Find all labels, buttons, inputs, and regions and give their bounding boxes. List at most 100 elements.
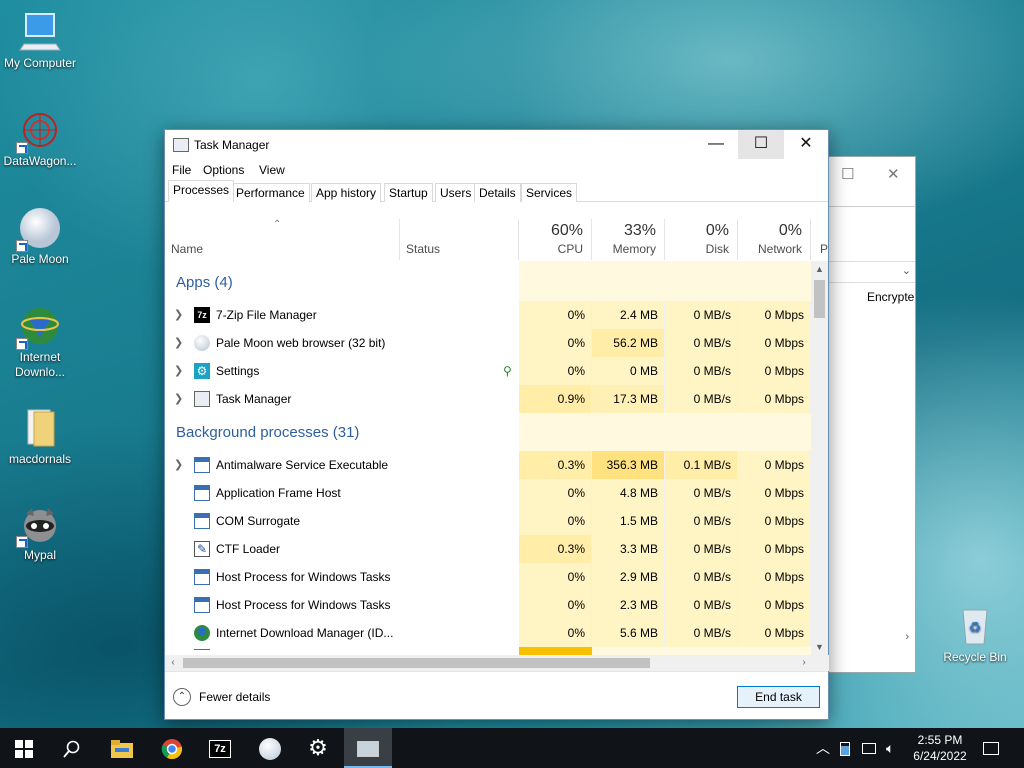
expand-chevron-icon[interactable]: ❯ bbox=[174, 329, 183, 357]
expand-chevron-icon[interactable]: ❯ bbox=[174, 385, 183, 413]
table-row[interactable]: ❯ ⚙ Settings ⚲ 0% 0 MB 0 MB/s 0 Mbps bbox=[165, 357, 812, 385]
disk-value: 0 MB/s bbox=[665, 385, 738, 413]
vertical-scroll-thumb[interactable] bbox=[814, 280, 825, 318]
7zip-icon[interactable]: 7z bbox=[196, 728, 244, 768]
close-icon[interactable]: ✕ bbox=[887, 165, 900, 183]
memory-value: 3.3 MB bbox=[592, 535, 665, 563]
computer-icon bbox=[18, 10, 62, 54]
network-total: 0% bbox=[778, 222, 802, 239]
desktop-icon-datawagon[interactable]: DataWagon... bbox=[0, 108, 80, 169]
desktop-icon-my-computer[interactable]: My Computer bbox=[0, 10, 80, 71]
column-network[interactable]: 0% Network bbox=[738, 219, 811, 260]
scroll-down-icon[interactable]: ▼ bbox=[811, 639, 828, 655]
service-window-icon bbox=[194, 485, 210, 501]
process-grid: Apps (4) ❯ 7z 7-Zip File Manager 0% 2.4 … bbox=[165, 261, 812, 655]
scroll-right-icon[interactable]: › bbox=[796, 655, 812, 671]
menu-file[interactable]: File bbox=[172, 163, 191, 177]
cpu-value: 0% bbox=[519, 507, 592, 535]
close-button[interactable]: ✕ bbox=[783, 130, 829, 159]
service-window-icon bbox=[194, 513, 210, 529]
clock[interactable]: 2:55 PM 6/24/2022 bbox=[905, 732, 975, 764]
tab-users[interactable]: Users bbox=[435, 183, 477, 202]
tab-details[interactable]: Details bbox=[474, 183, 521, 202]
scroll-left-icon[interactable]: ‹ bbox=[165, 655, 181, 671]
tab-startup[interactable]: Startup bbox=[384, 183, 433, 202]
notification-center-icon[interactable] bbox=[983, 728, 999, 768]
task-manager-window[interactable]: Task Manager — ☐ ✕ File Options View Pro… bbox=[164, 129, 829, 720]
desktop-icon-macdornals[interactable]: macdornals bbox=[0, 406, 80, 467]
table-row[interactable]: ❯ 7z 7-Zip File Manager 0% 2.4 MB 0 MB/s… bbox=[165, 301, 812, 329]
minimize-button[interactable]: — bbox=[693, 130, 739, 159]
tab-processes[interactable]: Processes bbox=[168, 180, 235, 202]
chrome-icon[interactable] bbox=[148, 728, 196, 768]
maximize-button[interactable]: ☐ bbox=[738, 130, 784, 159]
desktop-icon-mypal[interactable]: Mypal bbox=[0, 502, 80, 563]
expand-chevron-icon[interactable]: ❯ bbox=[174, 357, 183, 385]
shortcut-arrow-icon bbox=[16, 536, 28, 548]
table-row[interactable]: ✎ CTF Loader 0.3% 3.3 MB 0 MB/s 0 Mbps bbox=[165, 535, 812, 563]
background-window[interactable]: ☐ ✕ ⌄ Encrypte › bbox=[826, 156, 916, 673]
pale-moon-icon[interactable] bbox=[246, 728, 294, 768]
tab-app-history[interactable]: App history bbox=[311, 183, 382, 202]
table-row[interactable]: ❯ Pale Moon web browser (32 bit) 0% 56.2… bbox=[165, 329, 812, 357]
search-icon[interactable] bbox=[48, 728, 96, 768]
column-cpu[interactable]: 60% CPU bbox=[519, 219, 592, 260]
column-cpu-label: CPU bbox=[557, 242, 583, 256]
column-status[interactable]: Status bbox=[400, 219, 519, 260]
end-task-button[interactable]: End task bbox=[737, 686, 820, 708]
idm-icon bbox=[194, 625, 210, 641]
network-icon[interactable] bbox=[862, 728, 876, 768]
settings-gear-icon: ⚙ bbox=[194, 363, 210, 379]
disk-value: 0.1 MB/s bbox=[665, 451, 738, 479]
vertical-scrollbar[interactable]: ▲ ▼ bbox=[811, 261, 828, 655]
column-power-partial[interactable]: P bbox=[820, 242, 828, 256]
table-row[interactable]: COM Surrogate 0% 1.5 MB 0 MB/s 0 Mbps bbox=[165, 507, 812, 535]
table-row[interactable]: Host Process for Windows Tasks 0% 2.9 MB… bbox=[165, 563, 812, 591]
expand-chevron-icon[interactable]: ❯ bbox=[174, 301, 183, 329]
disk-value: 0 MB/s bbox=[665, 329, 738, 357]
horizontal-scrollbar[interactable]: ‹ › bbox=[165, 655, 812, 671]
volume-icon[interactable]: 🔈︎ bbox=[886, 728, 894, 768]
table-row[interactable]: ❯ Task Manager 0.9% 17.3 MB 0 MB/s 0 Mbp… bbox=[165, 385, 812, 413]
column-network-label: Network bbox=[757, 242, 802, 256]
table-row[interactable]: ❯ Antimalware Service Executable 0.3% 35… bbox=[165, 451, 812, 479]
menu-view[interactable]: View bbox=[259, 163, 285, 177]
scroll-up-icon[interactable]: ▲ bbox=[811, 261, 828, 277]
tab-performance[interactable]: Performance bbox=[231, 183, 310, 202]
desktop-icon-recycle-bin[interactable]: ♻ Recycle Bin bbox=[935, 604, 1015, 665]
column-disk-label: Disk bbox=[705, 242, 729, 256]
sort-arrow-icon: ⌃ bbox=[273, 219, 282, 230]
cpu-value: 0% bbox=[519, 329, 592, 357]
column-header: ⌃ Name Status 60% CPU 33% Memory 0% Disk… bbox=[165, 219, 828, 260]
group-header-background[interactable]: Background processes (31) bbox=[165, 415, 812, 451]
chevron-up-icon[interactable]: ︿ bbox=[816, 728, 830, 768]
group-header-apps[interactable]: Apps (4) bbox=[165, 265, 812, 301]
start-icon[interactable] bbox=[0, 728, 48, 768]
table-row[interactable]: Host Process for Windows Tasks 0% 2.3 MB… bbox=[165, 591, 812, 619]
process-name: Application Frame Host bbox=[216, 486, 341, 500]
file-explorer-icon[interactable] bbox=[98, 728, 146, 768]
expand-chevron-icon[interactable]: ❯ bbox=[174, 451, 183, 479]
chevron-up-circle-icon[interactable]: ⌃ bbox=[173, 688, 191, 706]
background-window-scroll-right[interactable]: › bbox=[905, 631, 909, 643]
maximize-icon[interactable]: ☐ bbox=[841, 165, 854, 183]
column-memory[interactable]: 33% Memory bbox=[592, 219, 665, 260]
column-disk[interactable]: 0% Disk bbox=[665, 219, 738, 260]
column-name[interactable]: ⌃ Name bbox=[165, 219, 400, 260]
table-row[interactable]: Internet Download Manager (ID... 0% 5.6 … bbox=[165, 619, 812, 647]
memory-total: 33% bbox=[623, 222, 656, 239]
title-bar[interactable]: Task Manager — ☐ ✕ bbox=[165, 130, 828, 160]
horizontal-scroll-thumb[interactable] bbox=[183, 658, 650, 668]
task-manager-icon[interactable] bbox=[344, 728, 392, 768]
tab-strip: Processes Performance App history Startu… bbox=[165, 180, 828, 202]
battery-icon[interactable] bbox=[840, 728, 850, 768]
table-row[interactable]: Application Frame Host 0% 4.8 MB 0 MB/s … bbox=[165, 479, 812, 507]
background-window-dropdown[interactable]: ⌄ bbox=[827, 261, 915, 283]
menu-options[interactable]: Options bbox=[203, 163, 244, 177]
fewer-details-link[interactable]: Fewer details bbox=[199, 690, 270, 704]
desktop-icon-label: DataWagon... bbox=[3, 154, 77, 168]
tab-services[interactable]: Services bbox=[521, 183, 578, 202]
desktop-icon-pale-moon[interactable]: Pale Moon bbox=[0, 206, 80, 267]
settings-icon[interactable]: ⚙ bbox=[294, 728, 342, 768]
desktop-icon-internet-download-manager[interactable]: Internet Downlo... bbox=[0, 304, 80, 380]
